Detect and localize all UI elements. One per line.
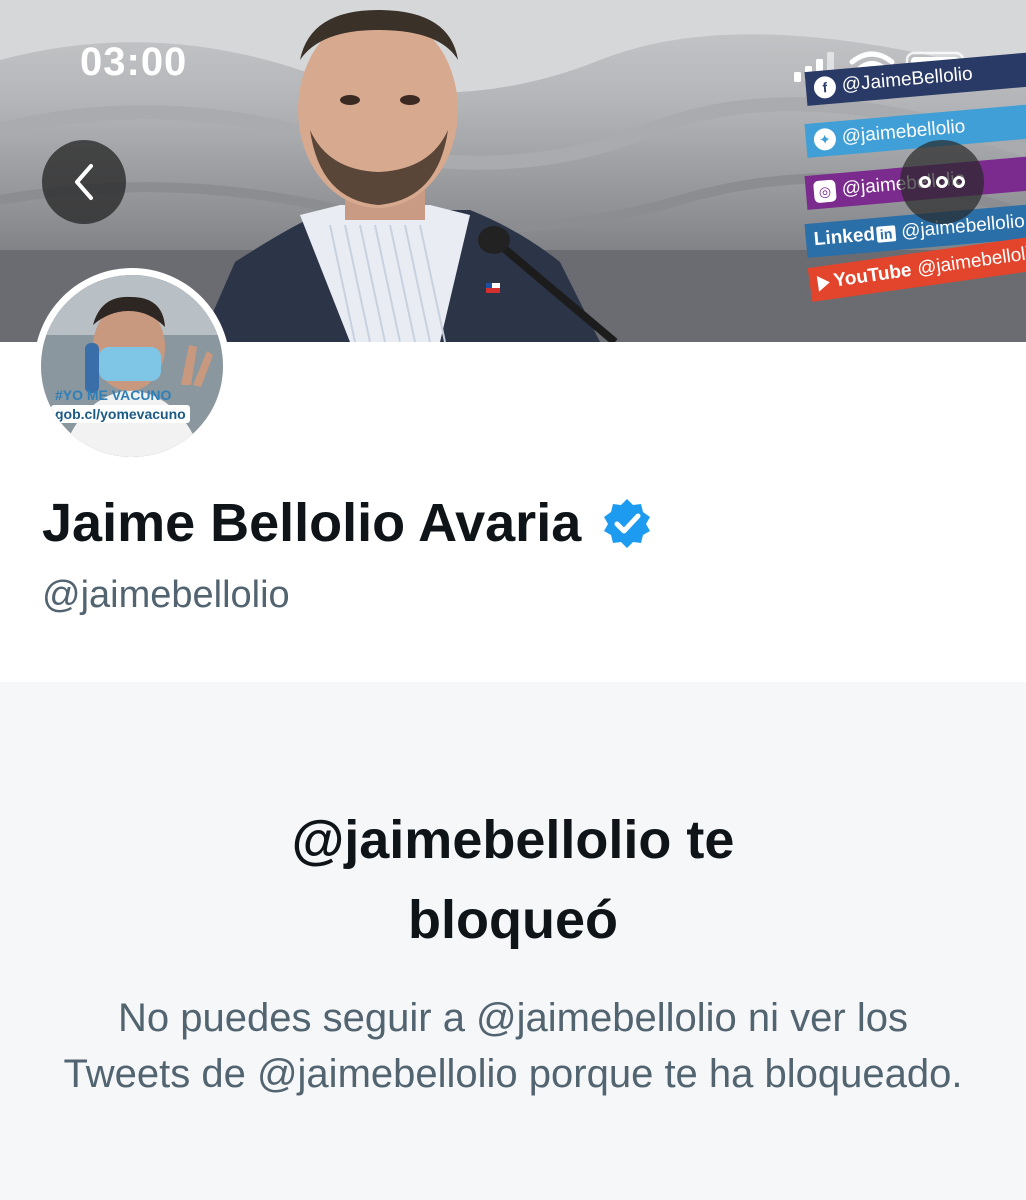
blocked-title-line1: @jaimebellolio te — [291, 810, 735, 870]
profile-avatar[interactable]: #YO ME VACUNO gob.cl/yomevacuno — [34, 268, 230, 464]
blocked-title-line2: bloqueó — [408, 890, 618, 950]
linkedin-badge: in — [876, 225, 897, 243]
chevron-left-icon — [75, 164, 93, 200]
more-options-button[interactable] — [900, 140, 984, 224]
avatar-image: #YO ME VACUNO gob.cl/yomevacuno — [41, 275, 223, 457]
blocked-description: No puedes seguir a @jaimebellolio ni ver… — [63, 996, 963, 1096]
social-label-facebook: @JaimeBellolio — [840, 63, 974, 96]
instagram-icon: ◎ — [813, 179, 837, 204]
linkedin-icon: Linked — [813, 224, 876, 251]
blocked-title: @jaimebellolio te bloqueó — [0, 800, 1026, 960]
profile-handle: @jaimebellolio — [42, 574, 290, 616]
status-time: 03:00 — [80, 40, 188, 84]
youtube-wordmark: YouTube — [832, 259, 913, 292]
youtube-icon — [816, 274, 831, 292]
avatar-hashtag: #YO ME VACUNO — [55, 387, 172, 403]
verified-badge-icon — [604, 499, 651, 548]
avatar-campaign-tag: gob.cl/yomevacuno — [51, 405, 190, 423]
profile-display-name: Jaime Bellolio Avaria — [42, 492, 653, 554]
facebook-icon: f — [813, 75, 837, 100]
twitter-icon: ✦ — [813, 127, 837, 152]
display-name-text: Jaime Bellolio Avaria — [42, 493, 582, 553]
social-label-youtube: @jaimebellolio — [915, 241, 1026, 280]
back-button[interactable] — [42, 140, 126, 224]
blocked-notice: @jaimebellolio te bloqueó No puedes segu… — [0, 682, 1026, 1200]
more-dots-icon — [919, 176, 965, 188]
avatar-photo — [41, 275, 223, 457]
